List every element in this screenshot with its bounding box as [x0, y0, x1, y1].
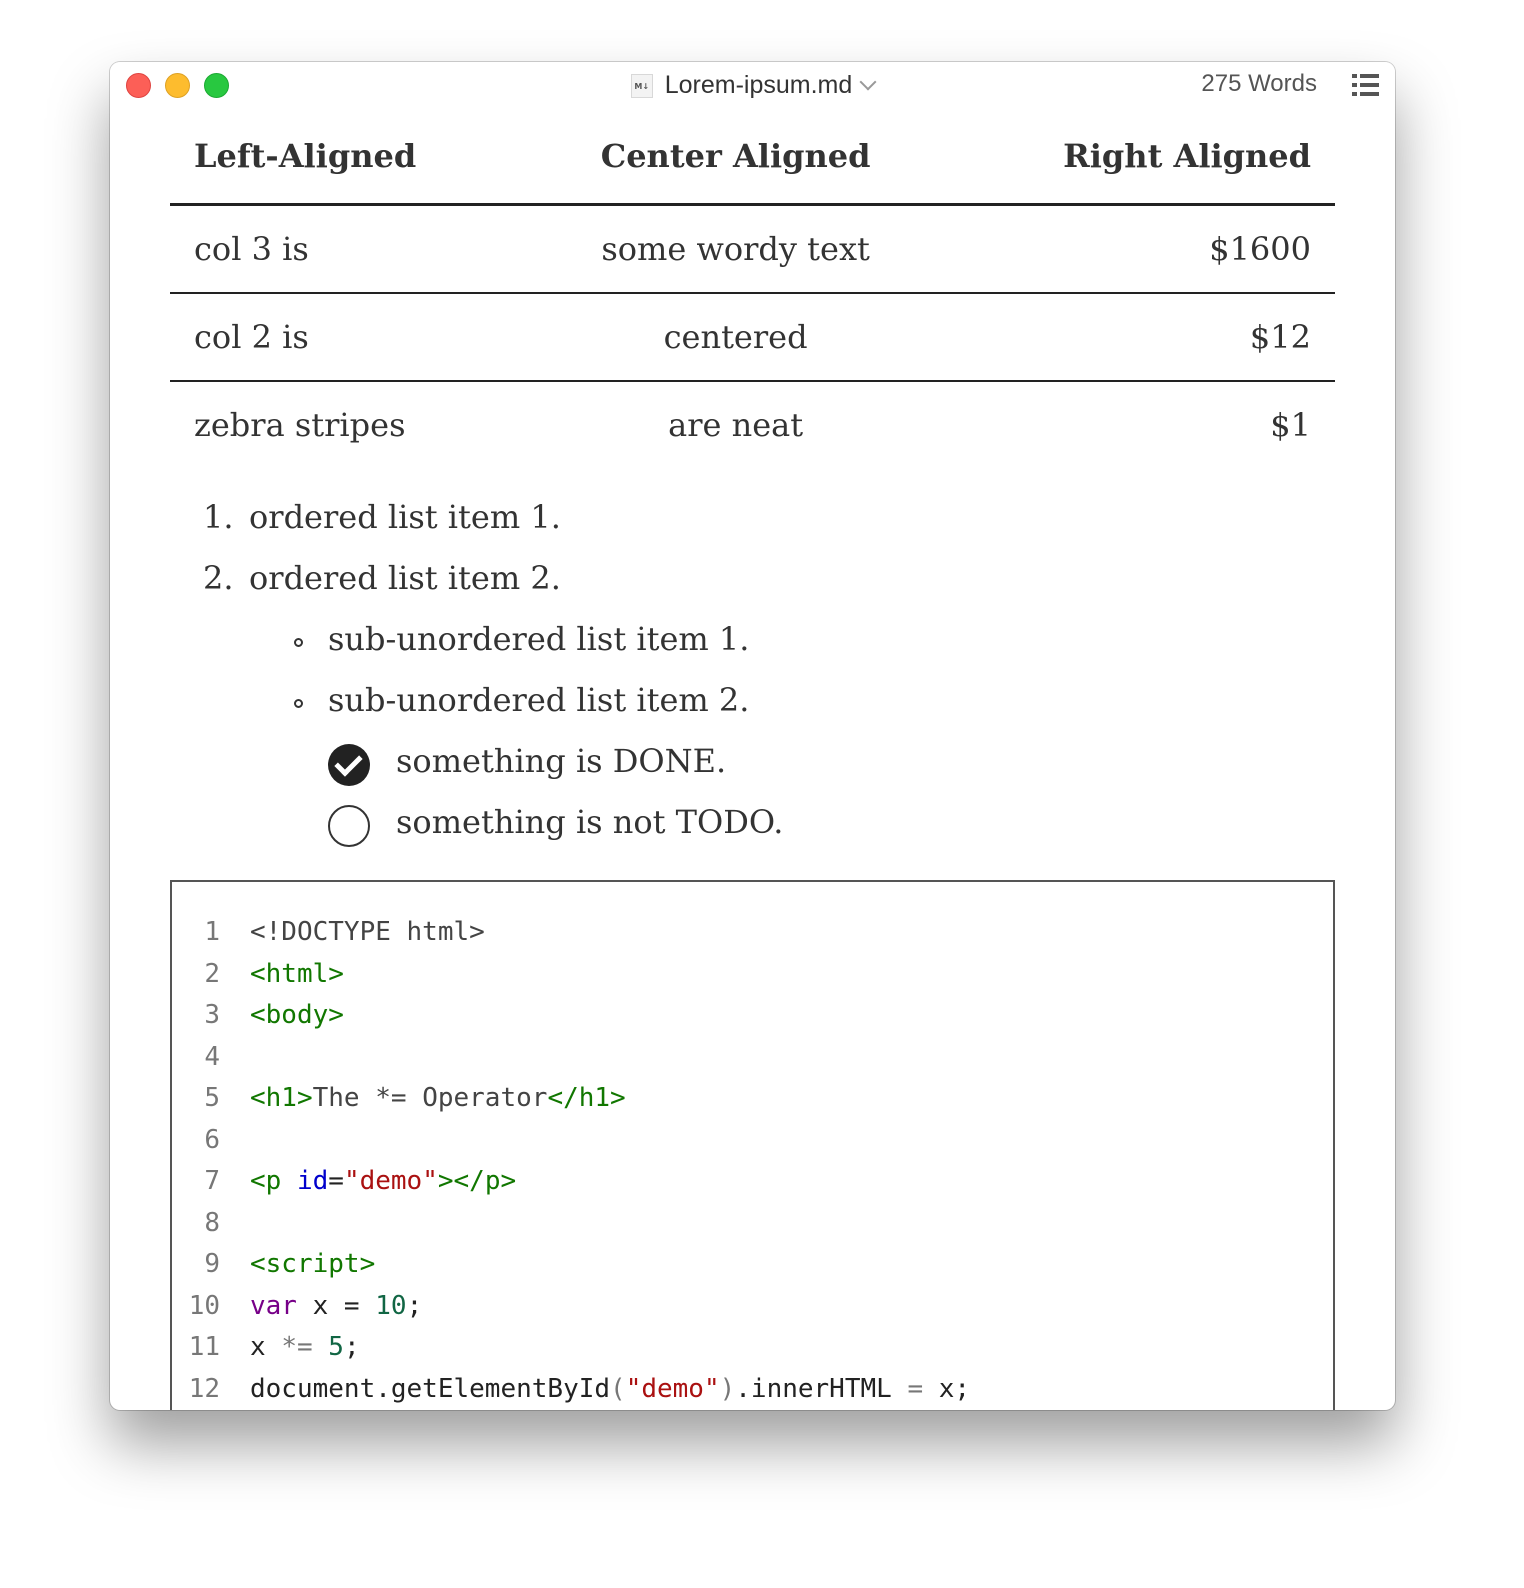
table-header-cell: Left-Aligned — [170, 108, 527, 206]
table-cell: $1 — [1270, 406, 1311, 444]
bullet-icon — [294, 699, 303, 708]
outline-list-icon[interactable] — [1352, 74, 1379, 96]
table-header-row: Left-Aligned Center Aligned Right Aligne… — [170, 108, 1335, 206]
table-cell: col 2 is — [170, 293, 527, 382]
lists-block: 1. ordered list item 1. 2. ordered list … — [170, 468, 1335, 878]
word-count[interactable]: 275 Words — [1201, 70, 1317, 98]
task-checkbox-checked-icon[interactable] — [328, 744, 370, 786]
bullet-icon — [294, 638, 303, 647]
table-cell: $1600 — [945, 204, 1335, 294]
editor-window: M↓ Lorem-ipsum.md 275 Words Left-Aligned… — [110, 62, 1395, 1410]
table-row: col 2 is centered $12 — [170, 293, 1335, 382]
chevron-down-icon[interactable] — [859, 73, 877, 91]
ordered-list-item: ordered list item 1. — [249, 498, 561, 536]
table-cell: some wordy text — [526, 204, 946, 294]
code-line: 4 — [204, 1042, 220, 1072]
table-row: zebra stripes are neat $1 — [170, 381, 1335, 468]
ordered-list-marker: 2. — [203, 559, 234, 597]
markdown-table: Left-Aligned Center Aligned Right Aligne… — [170, 108, 1335, 468]
code-line: 9 <script> — [204, 1249, 376, 1279]
code-line: 5 <h1>The *= Operator</h1> — [204, 1083, 626, 1113]
code-line: 6 — [204, 1125, 220, 1155]
document-content: Left-Aligned Center Aligned Right Aligne… — [170, 108, 1335, 878]
code-line: 2 <html> — [204, 959, 344, 989]
code-line: 1 <!DOCTYPE html> — [204, 917, 485, 947]
table-cell: zebra stripes — [194, 406, 406, 444]
title-bar: M↓ Lorem-ipsum.md 275 Words — [110, 62, 1395, 108]
table-row: col 3 is some wordy text $1600 — [170, 204, 1335, 294]
ordered-list-marker: 1. — [203, 498, 234, 536]
task-checkbox-unchecked-icon[interactable] — [328, 805, 370, 847]
code-line: 8 — [204, 1208, 220, 1238]
code-line: 12 document.getElementById("demo").innerH… — [188, 1374, 971, 1404]
table-header-cell: Center Aligned — [526, 108, 946, 206]
code-line: 7 <p id="demo"></p> — [204, 1166, 517, 1196]
table-cell: centered — [526, 293, 946, 382]
ordered-list-item: ordered list item 2. — [249, 559, 561, 597]
code-line: 10 var x = 10; — [188, 1291, 423, 1321]
document-title-text: Lorem-ipsum.md — [664, 70, 853, 99]
unordered-list-item: sub-unordered list item 1. — [328, 620, 750, 658]
table-header-cell: Right Aligned — [945, 108, 1335, 206]
markdown-file-icon: M↓ — [630, 74, 653, 98]
table-cell: are neat — [668, 406, 804, 444]
unordered-list-item: sub-unordered list item 2. — [328, 681, 750, 719]
task-list-item: something is not TODO. — [396, 803, 784, 841]
table-cell: col 3 is — [170, 204, 527, 294]
table-cell: $12 — [945, 293, 1335, 382]
code-block[interactable]: 1 <!DOCTYPE html> 2 <html> 3 <body> 4 5 <h1>… — [170, 880, 1335, 1410]
task-list-item: something is DONE. — [396, 742, 727, 780]
code-line: 3 <body> — [204, 1000, 344, 1030]
code-line: 11 x *= 5; — [188, 1332, 360, 1362]
